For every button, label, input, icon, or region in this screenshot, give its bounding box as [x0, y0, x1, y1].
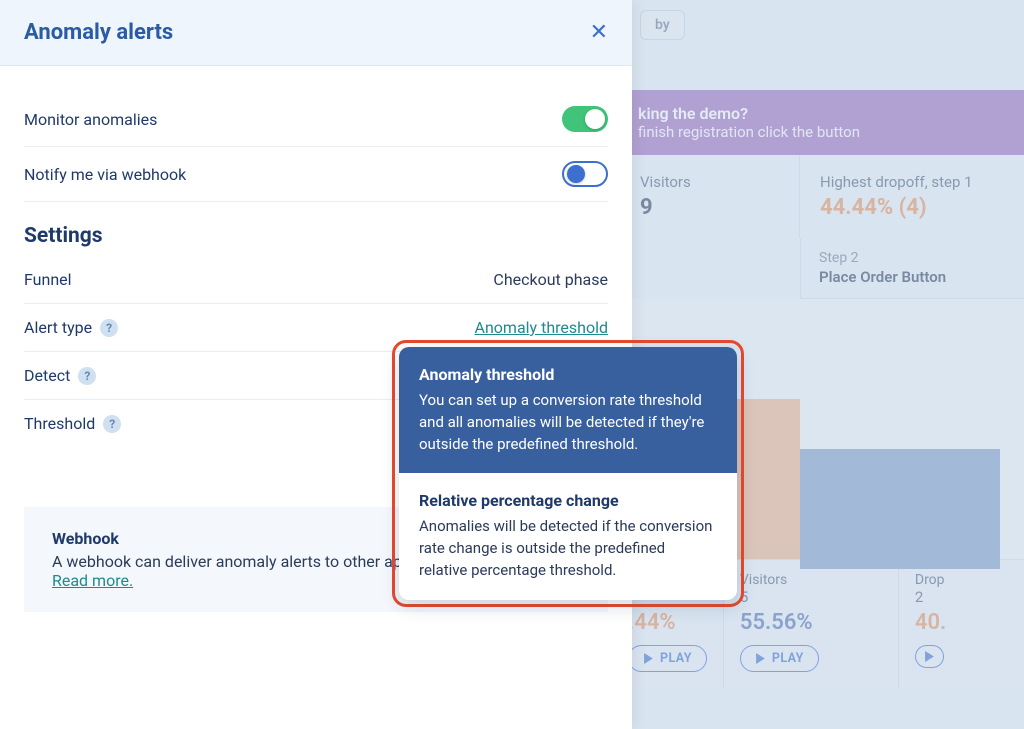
metric-dropoff-label: Highest dropoff, step 1	[820, 173, 1004, 191]
play-button-0[interactable]: PLAY	[628, 645, 707, 672]
option-anomaly-threshold[interactable]: Anomaly threshold You can set up a conve…	[399, 347, 737, 473]
panel-title: Anomaly alerts	[24, 20, 173, 45]
threshold-label: Threshold ?	[24, 414, 121, 433]
funnel-value: Checkout phase	[493, 270, 608, 289]
play-button-1[interactable]: PLAY	[740, 645, 819, 672]
card0-value: .44%	[628, 610, 707, 635]
alert-type-dropdown-highlight: Anomaly threshold You can set up a conve…	[392, 340, 744, 607]
metric-visitors-label: Visitors	[640, 173, 779, 191]
notify-webhook-toggle[interactable]	[562, 161, 608, 187]
help-icon[interactable]: ?	[78, 367, 96, 385]
step-name: Place Order Button	[819, 268, 1006, 286]
banner-title: king the demo?	[638, 104, 1006, 123]
card2-sub: 2	[915, 588, 1008, 606]
detect-label: Detect ?	[24, 366, 96, 385]
funnel-label: Funnel	[24, 270, 72, 289]
alert-type-dropdown: Anomaly threshold You can set up a conve…	[399, 347, 737, 600]
card1-label: Visitors	[740, 572, 882, 588]
monitor-anomalies-toggle[interactable]	[562, 106, 608, 132]
step-label: Step 2	[819, 250, 1006, 266]
card1-sub: 5	[740, 588, 882, 606]
groupby-chip[interactable]: by	[640, 10, 685, 40]
monitor-anomalies-label: Monitor anomalies	[24, 110, 157, 129]
settings-heading: Settings	[24, 202, 608, 256]
webhook-readmore-link[interactable]: Read more.	[52, 571, 133, 590]
card2-label: Drop	[915, 572, 1008, 588]
card1-value: 55.56%	[740, 610, 882, 635]
card2-value: 40.	[915, 610, 1008, 635]
demo-banner: king the demo? finish registration click…	[620, 90, 1024, 155]
close-icon[interactable]: ✕	[590, 20, 608, 45]
metric-dropoff-value: 44.44% (4)	[820, 195, 1004, 220]
alert-type-label: Alert type ?	[24, 318, 118, 337]
help-icon[interactable]: ?	[103, 415, 121, 433]
play-button-2[interactable]	[915, 645, 944, 668]
notify-webhook-label: Notify me via webhook	[24, 165, 186, 184]
help-icon[interactable]: ?	[100, 319, 118, 337]
option-relative-percentage[interactable]: Relative percentage change Anomalies wil…	[399, 473, 737, 599]
alert-type-value[interactable]: Anomaly threshold	[475, 318, 608, 337]
banner-sub: finish registration click the button	[638, 123, 1006, 141]
metric-visitors-value: 9	[640, 195, 779, 220]
